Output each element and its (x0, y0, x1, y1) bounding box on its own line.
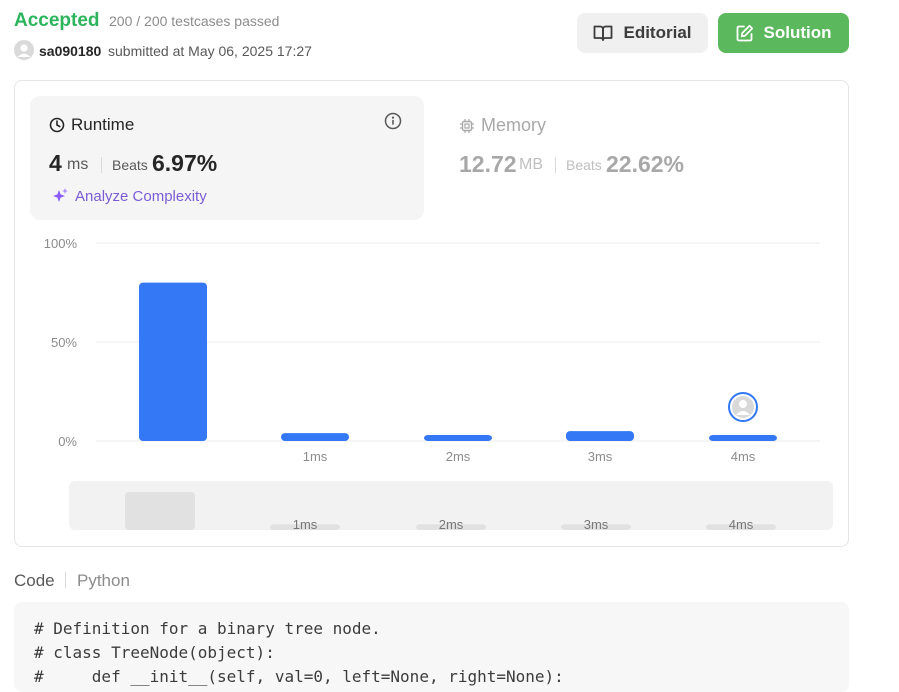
username-link[interactable]: sa090180 (39, 43, 101, 59)
book-icon (594, 25, 613, 41)
clock-icon (49, 117, 65, 133)
runtime-unit: ms (67, 156, 89, 173)
solution-label: Solution (763, 23, 832, 42)
submission-status: Accepted (14, 10, 100, 31)
analyze-complexity-link[interactable]: Analyze Complexity (51, 187, 207, 205)
edit-icon (736, 24, 753, 42)
testcases-passed: 200 / 200 testcases passed (109, 13, 280, 29)
code-tab-divider (65, 572, 66, 588)
runtime-beats-value: 6.97% (152, 150, 218, 176)
memory-value: 12.72 (459, 151, 517, 177)
editorial-button[interactable]: Editorial (577, 13, 708, 53)
memory-beats-label: Beats (566, 157, 602, 173)
runtime-title: Runtime (49, 115, 134, 135)
code-tab[interactable]: Code (14, 571, 55, 591)
runtime-divider (101, 157, 102, 173)
code-line: # class TreeNode(object): (34, 643, 275, 662)
submitted-at: submitted at May 06, 2025 17:27 (108, 43, 312, 59)
memory-unit: MB (519, 156, 543, 173)
runtime-value: 4 (49, 150, 62, 176)
runtime-title-label: Runtime (71, 115, 135, 134)
user-avatar-icon (14, 40, 34, 60)
memory-divider (555, 157, 556, 173)
info-icon[interactable] (384, 112, 402, 135)
memory-beats-value: 22.62% (606, 151, 685, 177)
memory-tab[interactable]: Memory (459, 115, 546, 136)
language-label: Python (77, 571, 130, 590)
sparkle-icon (53, 188, 68, 202)
user-avatar[interactable] (14, 40, 34, 60)
memory-title-label: Memory (481, 115, 547, 135)
editorial-label: Editorial (623, 23, 692, 42)
chip-icon (460, 118, 474, 133)
solution-button[interactable]: Solution (718, 13, 849, 53)
code-line: # Definition for a binary tree node. (34, 619, 381, 638)
runtime-beats-label: Beats (112, 157, 148, 173)
code-line: # def __init__(self, val=0, left=None, r… (34, 667, 564, 686)
analyze-complexity-label: Analyze Complexity (75, 187, 207, 205)
